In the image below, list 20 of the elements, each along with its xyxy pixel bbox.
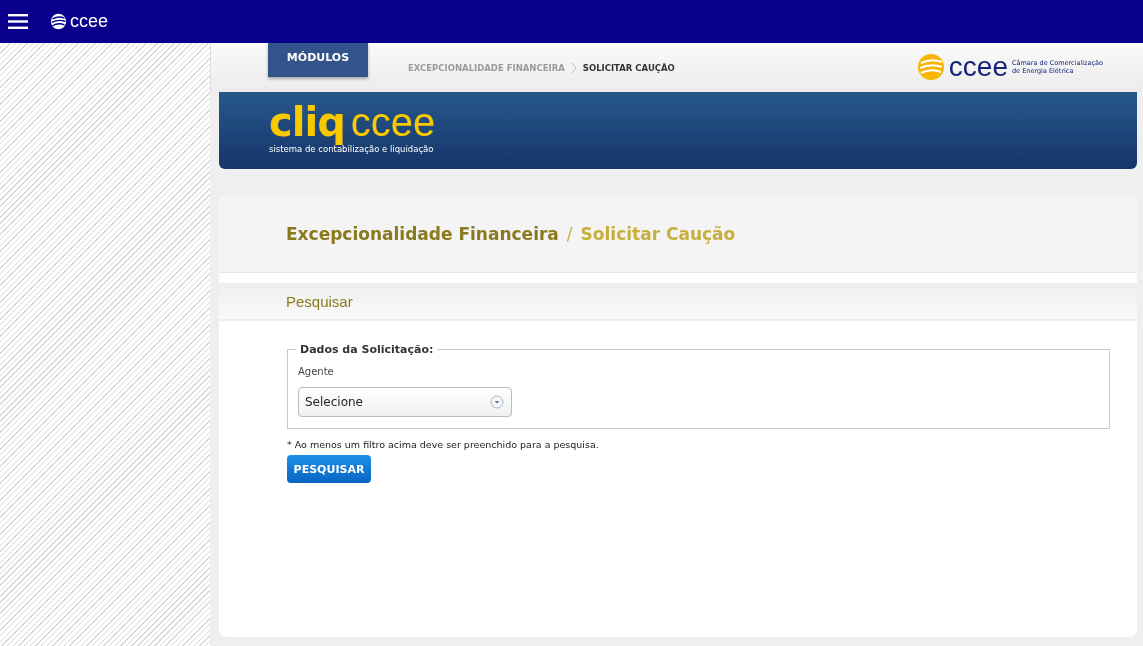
fieldset-legend: Dados da Solicitação:: [296, 343, 438, 356]
page-subtitle: Solicitar Caução: [580, 224, 736, 244]
logo-icon: [50, 13, 67, 30]
banner-subtitle: sistema de contabilização e liquidação: [269, 144, 435, 154]
brand-name: ccee: [948, 53, 1008, 81]
search-button[interactable]: PESQUISAR: [287, 455, 371, 483]
dropdown-icon: [490, 395, 504, 409]
section-title: Pesquisar: [286, 292, 353, 310]
title-separator: /: [566, 224, 573, 244]
breadcrumb-link[interactable]: SOLICITAR CAUÇÃO: [582, 63, 675, 73]
field-label: Agente: [298, 366, 334, 377]
menu-icon[interactable]: [8, 14, 28, 29]
sun-logo-icon: [916, 53, 945, 81]
chevron-icon: [570, 62, 577, 74]
logo-text: ccee: [70, 11, 109, 32]
modules-button[interactable]: MÓDULOS: [268, 43, 368, 77]
hint-text: * Ao menos um filtro acima deve ser preenchido para a pesquisa.: [287, 439, 599, 450]
page-title: Excepcionalidade Financeira: [286, 224, 559, 244]
logo-text: ccee: [350, 102, 436, 142]
agent-select[interactable]: Selecione: [298, 387, 512, 417]
